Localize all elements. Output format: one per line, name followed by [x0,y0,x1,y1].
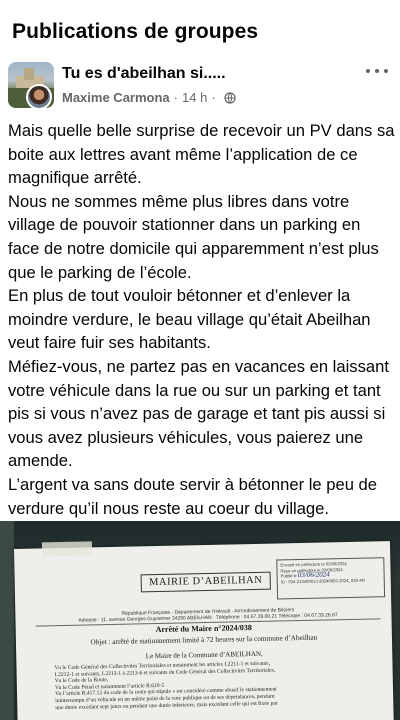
tape-strip [41,541,93,557]
avatar-tower [24,68,34,80]
section-header: Publications de groupes [0,0,400,54]
more-dot [366,69,370,73]
group-name-link[interactable]: Tu es d'abeilhan si..... [62,65,226,83]
section-title: Publications de groupes [12,20,259,43]
post-timestamp[interactable]: 14 h [182,90,207,105]
meta-separator: · [173,90,178,105]
post-paragraph: Nous ne sommes même plus libres dans vot… [8,191,379,282]
meta-separator-2: · [211,90,216,105]
post-paragraph: Méfiez-vous, ne partez pas en vacances e… [8,356,389,471]
registration-line: ID : 034-213400013-20240603-2024_038-AR [280,577,366,585]
window-frame [0,521,14,720]
mairie-header: MAIRIE D’ABEILHAN [140,571,271,593]
post-paragraph: En plus de tout vouloir bétonner et d’en… [8,286,371,353]
vu-clauses: Vu le Code Général des Collectivités Ter… [54,658,375,711]
post-paragraph: Mais quelle belle surprise de recevoir u… [8,121,395,188]
globe-icon [224,91,236,104]
post-paragraph: L’argent va sans doute servir à bétonner… [8,474,377,518]
post-text: Mais quelle belle surprise de recevoir u… [8,119,396,520]
registration-stamp: Envoyé en préfecture le 03/06/2024 Reçu … [276,557,386,600]
author-name-link[interactable]: Maxime Carmona [62,90,170,105]
post-header: Tu es d'abeilhan si..... Maxime Carmona … [0,54,400,116]
author-avatar[interactable] [26,84,52,110]
posted-notice: MAIRIE D’ABEILHAN Envoyé en préfecture l… [14,541,394,720]
more-dot [375,69,379,73]
more-options-icon[interactable] [366,64,388,78]
post-photo[interactable]: MAIRIE D’ABEILHAN Envoyé en préfecture l… [0,521,400,720]
more-dot [384,69,388,73]
post-meta: Maxime Carmona · 14 h · [62,90,236,105]
top-strip [0,0,400,6]
